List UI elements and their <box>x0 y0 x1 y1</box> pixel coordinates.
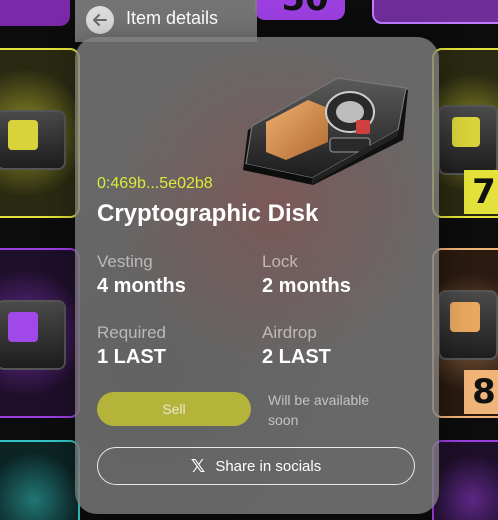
item-address: 0:469b...5e02b8 <box>97 175 213 192</box>
share-button-label: Share in socials <box>215 457 322 475</box>
cryptographic-disk-image <box>243 77 408 185</box>
arrow-left-icon <box>93 14 107 26</box>
availability-note: Will be available soon <box>268 392 370 428</box>
collection-card-badge: 8 <box>464 370 498 414</box>
x-logo-icon: 𝕏 <box>190 455 206 477</box>
lock-value: 2 months <box>262 275 351 297</box>
sell-button[interactable]: Sell <box>97 392 251 426</box>
lock-label: Lock <box>262 252 298 271</box>
collection-card[interactable] <box>0 440 80 520</box>
collection-card-badge: 7 <box>464 170 498 214</box>
vesting-value: 4 months <box>97 275 186 297</box>
collection-card[interactable] <box>0 48 80 218</box>
share-in-socials-button[interactable]: 𝕏 Share in socials <box>97 447 415 485</box>
collection-card[interactable] <box>0 248 80 418</box>
vesting-label: Vesting <box>97 252 153 271</box>
collection-card[interactable] <box>432 440 498 520</box>
back-button[interactable] <box>86 6 114 34</box>
collection-card[interactable] <box>372 0 498 24</box>
required-value: 1 LAST <box>97 346 166 368</box>
page-title: Item details <box>126 8 219 28</box>
airdrop-value: 2 LAST <box>262 346 331 368</box>
item-name: Cryptographic Disk <box>97 200 319 227</box>
collection-card-badge: 50 <box>270 0 340 19</box>
airdrop-label: Airdrop <box>262 323 317 342</box>
collection-card[interactable] <box>0 0 70 26</box>
required-label: Required <box>97 323 166 342</box>
